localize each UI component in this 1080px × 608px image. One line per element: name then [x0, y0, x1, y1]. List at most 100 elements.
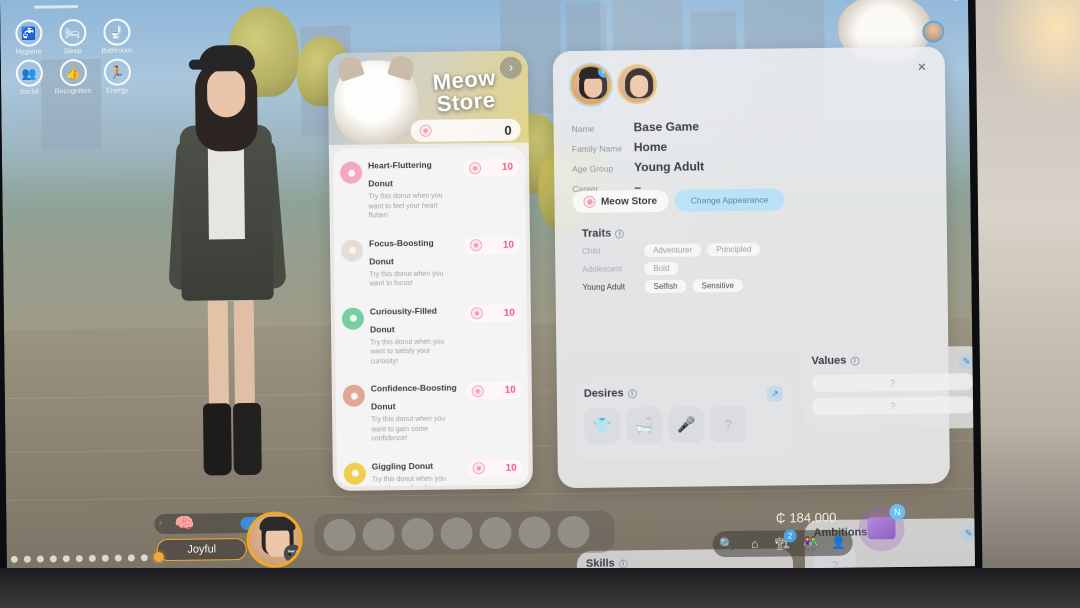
need-item[interactable]: 👍 Recognition: [51, 58, 95, 96]
desire-slot[interactable]: 🛁: [626, 406, 663, 444]
donut-icon: [340, 161, 363, 184]
trait-chip[interactable]: Adventurer: [644, 243, 702, 258]
store-item-price[interactable]: ◉ 10: [464, 304, 521, 322]
camera-badge-icon[interactable]: 📷: [283, 544, 302, 563]
traits-card: Traits i Child Adventurer Principled Adoles…: [572, 218, 790, 294]
store-item-name: Confidence-Boosting Donut: [370, 382, 457, 412]
store-item-price[interactable]: ◉ 10: [465, 381, 522, 400]
people-icon[interactable]: 👫: [800, 536, 822, 550]
inventory-slot[interactable]: [440, 517, 473, 550]
info-icon[interactable]: i: [850, 356, 860, 366]
need-label: Bathroom: [101, 47, 132, 55]
change-appearance-button[interactable]: Change Appearance: [674, 188, 785, 212]
desire-slot[interactable]: 👕: [584, 407, 621, 444]
inventory-slot[interactable]: [323, 518, 356, 552]
store-next-button[interactable]: ›: [499, 56, 522, 79]
inventory-slot[interactable]: [518, 516, 551, 549]
mood-label[interactable]: Joyful: [156, 538, 247, 562]
photographed-monitor: Meow Store › ◉ 0 Heart-Fluttering Donut T…: [0, 0, 1080, 608]
store-item[interactable]: Giggling Donut Try this donut when you wa…: [337, 447, 529, 487]
store-item[interactable]: Curiousity-Filled Donut Try this donut wh…: [335, 292, 528, 372]
inventory-slot[interactable]: [557, 515, 590, 549]
values-rows: ??: [803, 365, 975, 416]
need-icon: 🚰: [14, 19, 43, 47]
donut-icon: [341, 307, 365, 330]
store-item-price-value: 10: [503, 307, 515, 319]
check-icon: ✓: [597, 64, 611, 78]
value-row[interactable]: ?: [811, 373, 974, 393]
store-item-desc: Try this donut when you want to feel you…: [368, 192, 443, 220]
store-item-desc: Try this donut when you want have a laug…: [371, 475, 446, 487]
store-item-price-value: 10: [501, 161, 514, 173]
expand-icon[interactable]: ↗: [766, 385, 783, 402]
info-icon[interactable]: i: [618, 558, 628, 568]
time-progress-dots: [10, 552, 164, 564]
value-row[interactable]: ?: [811, 396, 975, 416]
desire-slot[interactable]: 🎤: [668, 406, 705, 443]
close-icon[interactable]: ×: [953, 0, 959, 5]
store-item-name: Curiousity-Filled Donut: [369, 305, 437, 335]
desk-surface: [0, 568, 1080, 608]
store-item-price-value: 10: [502, 239, 515, 251]
time-dot: [62, 554, 70, 562]
trait-chip[interactable]: Selfish: [644, 279, 687, 294]
character-field: Age Group Young Adult: [572, 158, 782, 175]
store-item-price[interactable]: ◉ 10: [463, 236, 521, 254]
store-item[interactable]: Heart-Fluttering Donut Try this donut whe…: [333, 147, 526, 227]
trait-chip[interactable]: Sensitive: [692, 278, 744, 293]
need-label: Recognition: [54, 87, 92, 96]
build-icon[interactable]: 🏗 2: [772, 529, 797, 551]
field-key: Name: [571, 123, 595, 135]
traits-rows: Child Adventurer Principled Adolescent Bold Y…: [573, 242, 790, 294]
inventory-slot[interactable]: [479, 516, 512, 550]
trait-chip[interactable]: Principled: [707, 242, 761, 257]
values-card: Values i ✎ ??: [802, 346, 975, 431]
desire-slot-empty[interactable]: ?: [710, 405, 747, 443]
need-icon: 👍: [59, 58, 87, 87]
hud-avatar[interactable]: 📷: [246, 511, 303, 569]
inventory-slot[interactable]: [401, 517, 434, 551]
coin-icon: ◉: [469, 161, 482, 174]
field-value: Home: [633, 139, 668, 155]
store-item-price-value: 10: [504, 384, 516, 396]
trait-row: Young Adult Selfish Sensitive: [582, 278, 780, 294]
store-item[interactable]: Focus-Boosting Donut Try this donut when …: [334, 224, 527, 294]
head-slot-1[interactable]: ✓: [570, 64, 612, 106]
time-dot: [10, 555, 18, 563]
desires-title: Desires: [583, 387, 624, 400]
time-dot: [101, 554, 109, 562]
trait-chip[interactable]: Bold: [644, 261, 679, 276]
drag-handle[interactable]: [34, 5, 79, 9]
search-icon[interactable]: 🔍: [716, 537, 738, 551]
need-item[interactable]: 👥 Social: [7, 59, 51, 96]
need-item[interactable]: 🛏 Sleep: [50, 18, 94, 56]
store-item-price[interactable]: ◉ 10: [466, 459, 523, 477]
donut-icon: [342, 384, 365, 407]
need-label: Hygiene: [15, 48, 42, 56]
values-title: Values: [811, 354, 847, 368]
need-item[interactable]: 🚽 Bathroom: [94, 18, 138, 55]
meow-store-button[interactable]: ◉ Meow Store: [572, 189, 669, 214]
info-icon[interactable]: i: [615, 228, 625, 239]
donut-icon: ◉: [583, 195, 597, 208]
career-icon[interactable]: 👤: [828, 536, 850, 550]
edit-icon[interactable]: ✎: [958, 353, 975, 370]
home-icon[interactable]: ⌂: [744, 537, 766, 551]
store-item-list[interactable]: Heart-Fluttering Donut Try this donut whe…: [332, 146, 529, 487]
need-item[interactable]: 🚰 Hygiene: [6, 19, 50, 56]
close-icon[interactable]: ×: [913, 59, 931, 77]
store-item-name: Heart-Fluttering Donut: [367, 159, 432, 189]
store-item[interactable]: Confidence-Boosting Donut Try this donut …: [336, 370, 529, 450]
store-item-desc: Try this donut when you want to satisfy …: [370, 338, 445, 366]
background-avatar: [922, 20, 945, 43]
head-slot-2[interactable]: [616, 63, 658, 105]
edit-icon[interactable]: ✎: [960, 525, 975, 542]
time-dot: [49, 554, 57, 562]
inventory-slot[interactable]: [362, 518, 395, 551]
info-icon[interactable]: i: [627, 388, 637, 398]
need-item[interactable]: 🏃 Energy: [95, 58, 139, 95]
player-character[interactable]: [149, 42, 305, 514]
store-item-price[interactable]: ◉ 10: [462, 158, 520, 177]
coin-icon: ◉: [469, 239, 483, 252]
store-item-desc: Try this donut when you want to focus!: [369, 270, 444, 288]
